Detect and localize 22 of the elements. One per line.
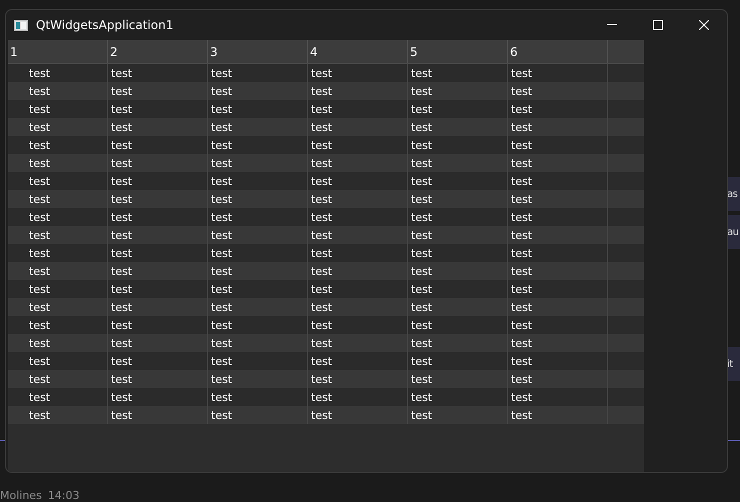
window-title: QtWidgetsApplication1 [36, 18, 174, 32]
table-cell: test [208, 406, 308, 424]
app-icon [14, 20, 28, 30]
column-header[interactable]: 6 [508, 40, 608, 63]
column-header[interactable]: 2 [108, 40, 208, 63]
table-cell: test [308, 406, 408, 424]
table-cell: test [8, 406, 108, 424]
column-header[interactable]: 5 [408, 40, 508, 63]
message-bubble: it [727, 347, 740, 381]
table-cell: test [408, 406, 508, 424]
message-time: 14:03 [48, 489, 80, 502]
column-header[interactable]: 3 [208, 40, 308, 63]
column-header[interactable]: 4 [308, 40, 408, 63]
table-cell: test [508, 406, 608, 424]
minimize-icon [607, 24, 617, 26]
message-bubble: au [727, 215, 740, 249]
close-icon [699, 20, 709, 30]
message-author: Molines [0, 489, 42, 502]
table-cell: test [108, 406, 208, 424]
maximize-icon [653, 20, 663, 30]
message-bubble: as [727, 177, 740, 211]
column-header[interactable]: 1 [8, 40, 108, 63]
